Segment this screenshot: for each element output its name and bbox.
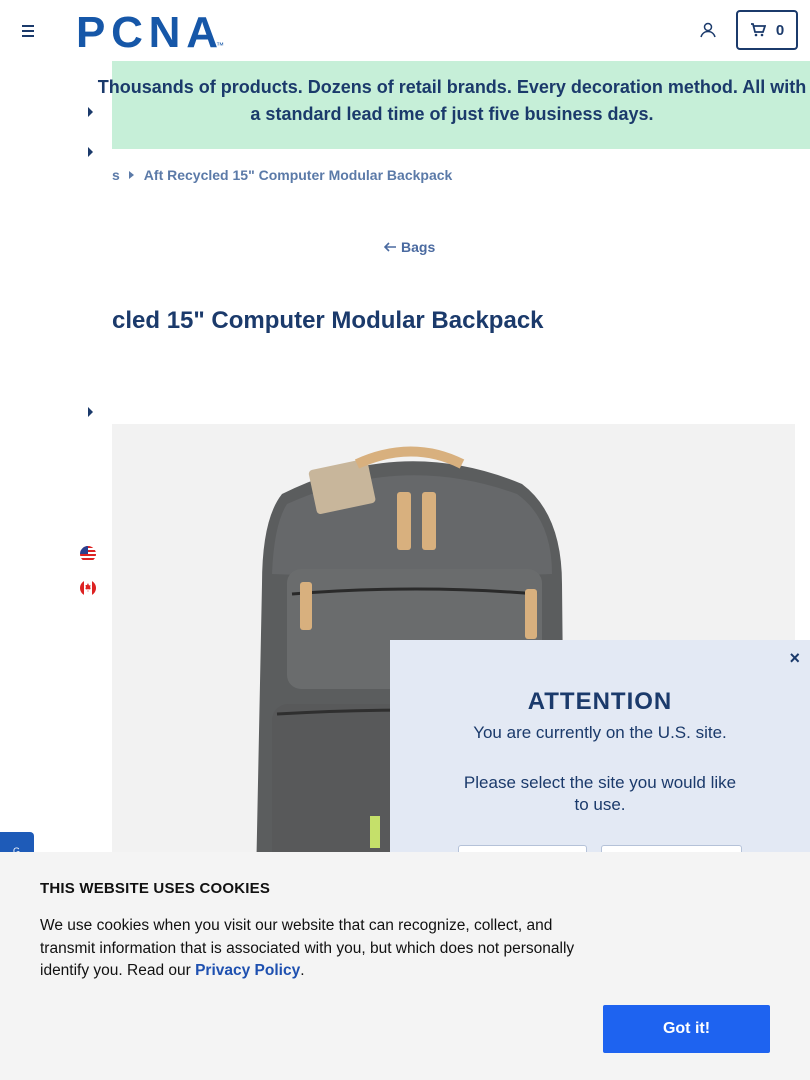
cookie-body: We use cookies when you visit our websit…: [40, 917, 575, 979]
privacy-policy-link[interactable]: Privacy Policy: [195, 962, 300, 979]
svg-text:™: ™: [216, 41, 224, 50]
cart-button[interactable]: 0: [736, 10, 798, 50]
modal-title: ATTENTION: [527, 688, 673, 715]
menu-icon[interactable]: [19, 22, 37, 38]
cookie-title: THIS WEBSITE USES COOKIES: [40, 880, 271, 897]
product-title: cled 15" Computer Modular Backpack: [112, 307, 544, 334]
us-flag-icon[interactable]: [80, 546, 96, 562]
arrow-left-icon: [384, 242, 396, 252]
account-icon[interactable]: [699, 21, 717, 39]
accept-cookies-button[interactable]: Got it!: [603, 1005, 770, 1053]
cookie-text: We use cookies when you visit our websit…: [40, 915, 610, 983]
site-select-modal: × ATTENTION You are currently on the U.S…: [390, 640, 810, 875]
back-link-label: Bags: [401, 239, 436, 255]
modal-message: You are currently on the U.S. site.: [473, 723, 727, 742]
svg-text:PCNA: PCNA: [76, 11, 217, 51]
breadcrumb-current: Aft Recycled 15" Computer Modular Backpa…: [143, 167, 453, 183]
close-icon[interactable]: ×: [789, 648, 800, 669]
promo-banner-text: Thousands of products. Dozens of retail …: [97, 77, 807, 124]
pcna-logo[interactable]: PCNA ™: [76, 11, 224, 51]
breadcrumb-separator-icon: [128, 171, 134, 179]
cookie-banner: THIS WEBSITE USES COOKIES We use cookies…: [0, 852, 810, 1080]
cart-icon: [750, 23, 766, 37]
cookie-period: .: [300, 962, 305, 979]
caret-right-icon[interactable]: [88, 407, 93, 417]
back-to-category-link[interactable]: Bags: [384, 239, 435, 255]
breadcrumb-item[interactable]: s: [112, 167, 120, 183]
caret-right-icon[interactable]: [88, 107, 93, 117]
caret-right-icon[interactable]: [88, 147, 93, 157]
modal-prompt: Please select the site you would like to…: [463, 773, 737, 814]
cart-count: 0: [775, 21, 785, 39]
page: PCNA ™ 0 Thousands of products. Dozens o…: [0, 0, 810, 1080]
breadcrumb: s Aft Recycled 15" Computer Modular Back…: [112, 167, 452, 183]
promo-banner: Thousands of products. Dozens of retail …: [98, 61, 810, 149]
canada-flag-icon[interactable]: [80, 580, 96, 596]
site-header: PCNA ™ 0: [0, 0, 810, 61]
